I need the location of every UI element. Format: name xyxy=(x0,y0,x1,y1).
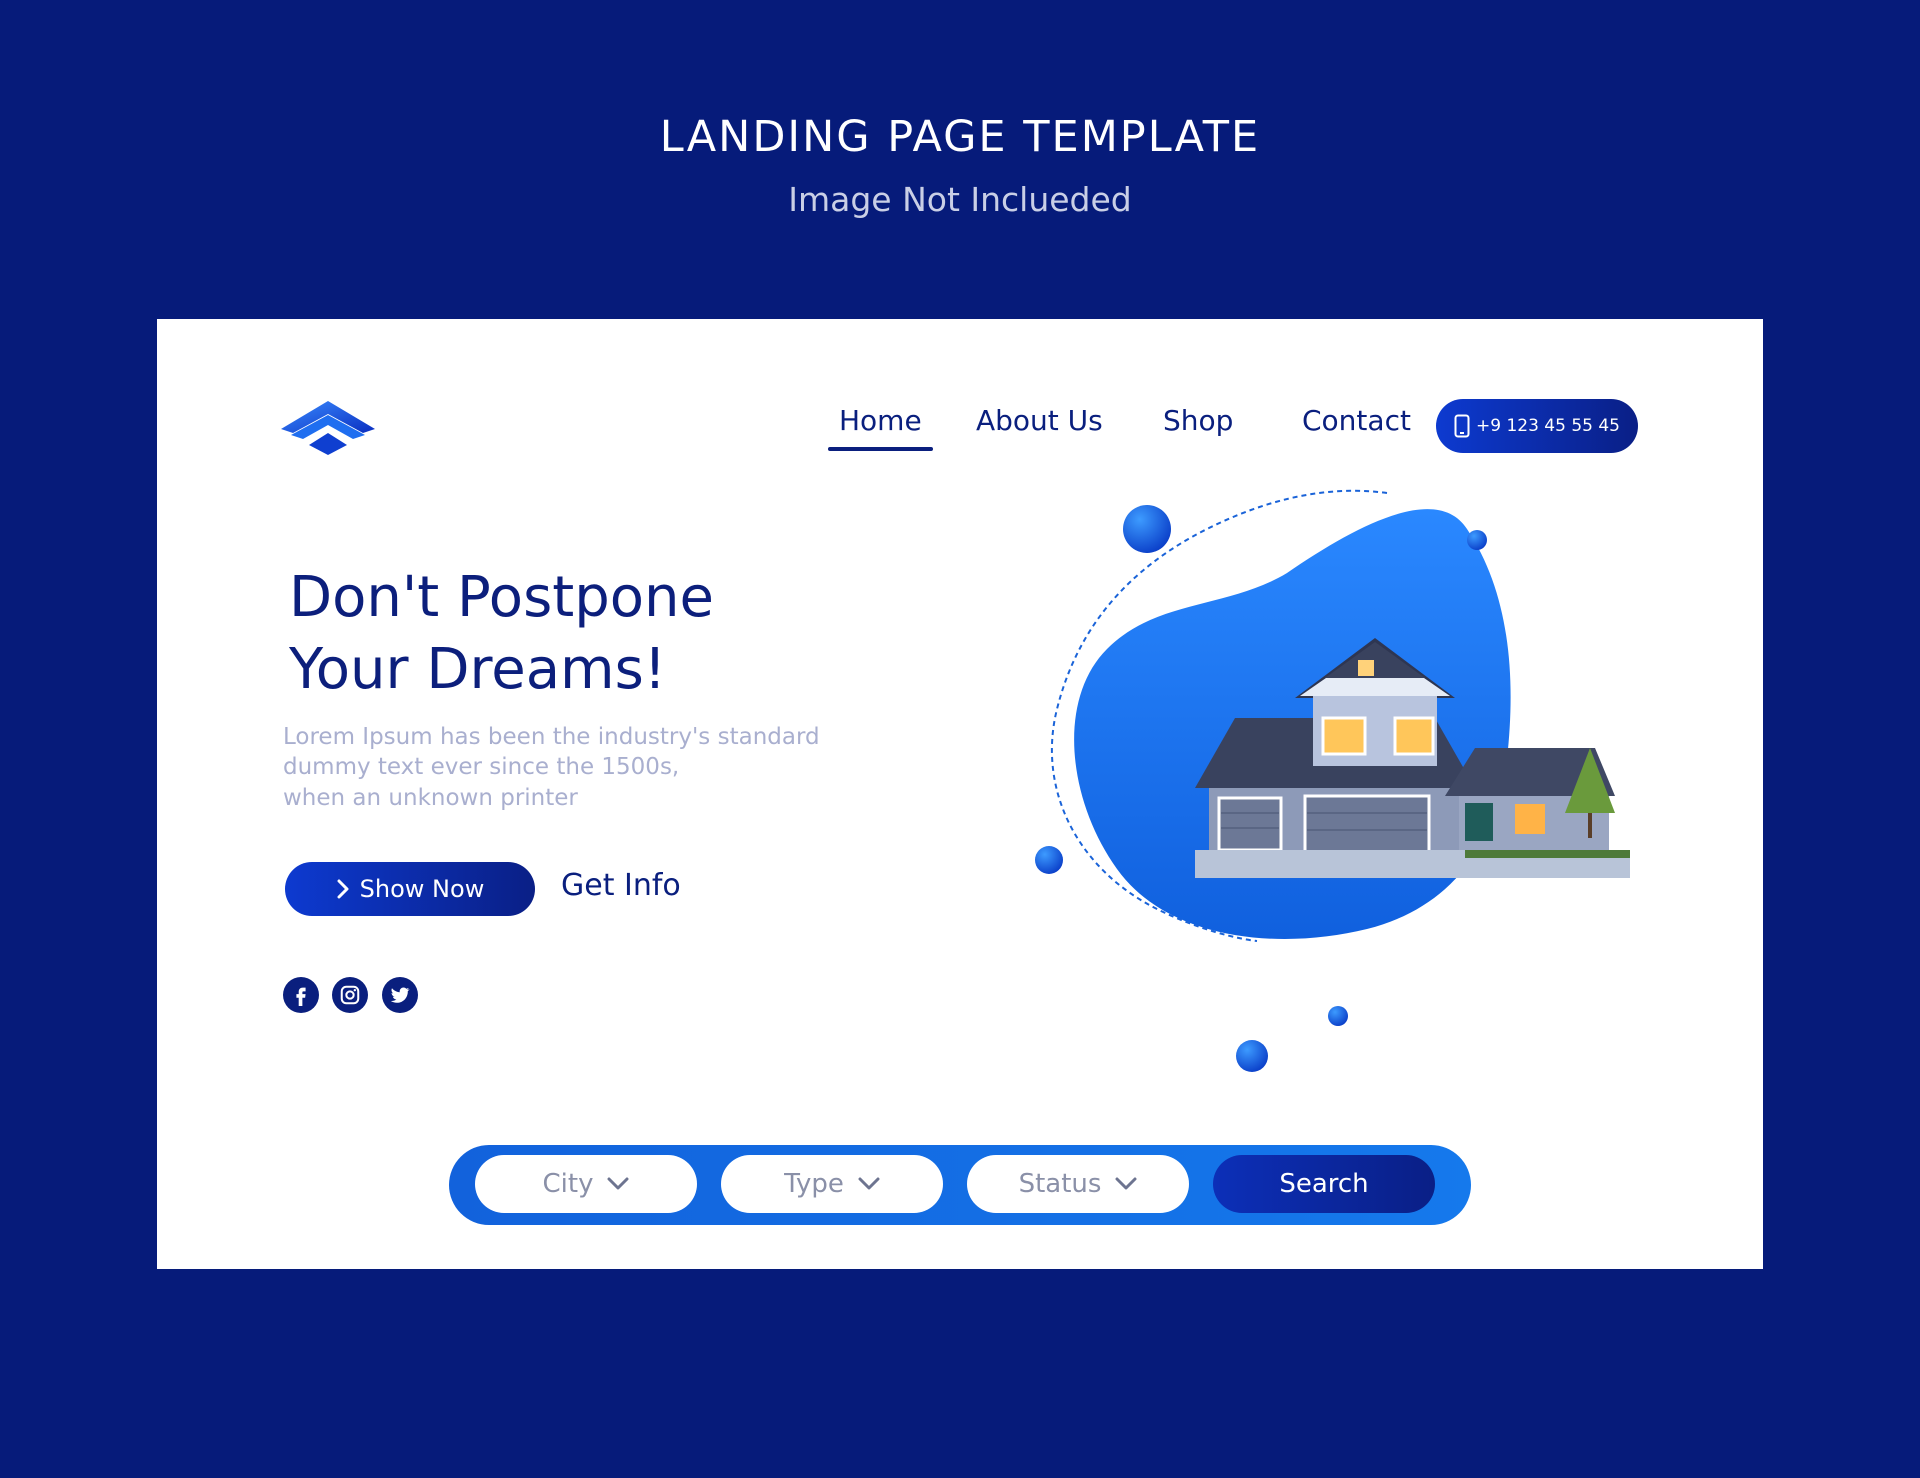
decor-bubble xyxy=(1035,846,1063,874)
phone-button[interactable]: +9 123 45 55 45 xyxy=(1436,399,1638,453)
showcase-subtitle: Image Not Inclueded xyxy=(788,180,1132,219)
house-photo xyxy=(1195,638,1630,878)
hero-description-line: Lorem Ipsum has been the industry's stan… xyxy=(283,724,820,750)
chevron-down-icon xyxy=(858,1177,880,1190)
twitter-icon[interactable] xyxy=(382,977,418,1013)
property-search-bar: City Type Status Search xyxy=(449,1145,1471,1225)
hero-heading-line-2: Your Dreams! xyxy=(289,637,667,702)
hero-description-line: when an unknown printer xyxy=(283,785,578,811)
phone-number: +9 123 45 55 45 xyxy=(1475,416,1621,436)
nav-home[interactable]: Home xyxy=(828,404,933,451)
decor-bubble xyxy=(1467,530,1487,550)
showcase-title: LANDING PAGE TEMPLATE xyxy=(659,112,1261,162)
type-label: Type xyxy=(784,1169,844,1199)
chevron-down-icon xyxy=(607,1177,629,1190)
facebook-icon[interactable] xyxy=(283,977,319,1013)
decor-bubble xyxy=(1236,1040,1268,1072)
nav-about-us[interactable]: About Us xyxy=(976,404,1103,437)
search-button[interactable]: Search xyxy=(1213,1155,1435,1213)
show-now-button[interactable]: Show Now xyxy=(285,862,535,916)
type-dropdown[interactable]: Type xyxy=(721,1155,943,1213)
phone-icon xyxy=(1454,414,1470,438)
landing-page-canvas: Home About Us Shop Contact +9 123 45 55 … xyxy=(157,319,1763,1269)
nav-shop[interactable]: Shop xyxy=(1163,404,1233,437)
decor-bubble xyxy=(1328,1006,1348,1026)
decor-bubble xyxy=(1123,505,1171,553)
get-info-link[interactable]: Get Info xyxy=(561,868,681,903)
hero-description-line: dummy text ever since the 1500s, xyxy=(283,754,680,780)
status-label: Status xyxy=(1018,1169,1102,1199)
logo-icon[interactable] xyxy=(281,401,375,455)
status-dropdown[interactable]: Status xyxy=(967,1155,1189,1213)
chevron-right-icon xyxy=(337,879,349,899)
show-now-label: Show Now xyxy=(359,875,485,903)
city-dropdown[interactable]: City xyxy=(475,1155,697,1213)
hero-heading-line-1: Don't Postpone xyxy=(289,565,714,630)
instagram-icon[interactable] xyxy=(332,977,368,1013)
city-label: City xyxy=(542,1169,594,1199)
chevron-down-icon xyxy=(1115,1177,1137,1190)
nav-contact[interactable]: Contact xyxy=(1302,404,1411,437)
